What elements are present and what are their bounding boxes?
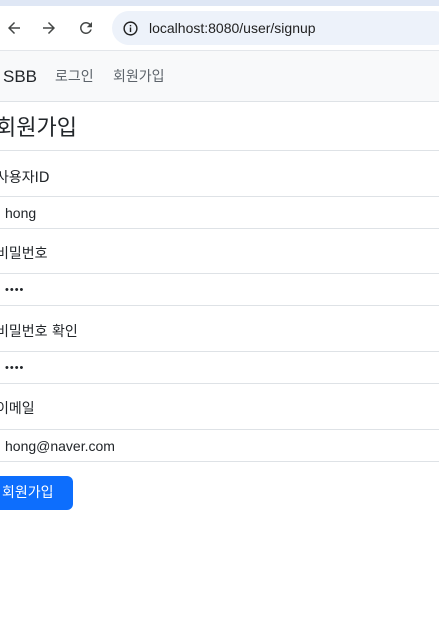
site-info-button[interactable] [120,18,140,38]
password-label: 비밀번호 [0,246,48,262]
back-button[interactable] [2,16,26,40]
title-divider [0,150,439,151]
nav-link-signup[interactable]: 회원가입 [113,51,165,103]
navbar-brand[interactable]: SBB [3,51,37,103]
password-input[interactable] [0,273,439,306]
username-input[interactable] [0,196,439,229]
reload-button[interactable] [74,16,98,40]
browser-toolbar: localhost:8080/user/signup [0,6,439,51]
email-input[interactable] [0,429,439,462]
arrow-right-icon [43,22,55,34]
arrow-left-icon [8,22,20,34]
email-label: 이메일 [0,401,35,417]
forward-button[interactable] [37,16,61,40]
page-title: 회원가입 [0,116,77,141]
password-confirm-input[interactable] [0,351,439,384]
reload-icon [79,21,92,34]
site-navbar: SBB 로그인 회원가입 [0,51,439,102]
password-confirm-label: 비밀번호 확인 [0,324,78,340]
username-label: 사용자ID [0,170,50,186]
address-bar[interactable]: localhost:8080/user/signup [112,11,439,45]
info-circle-icon [122,20,138,36]
url-text[interactable]: localhost:8080/user/signup [149,11,316,45]
nav-link-login[interactable]: 로그인 [55,51,94,103]
signup-submit-button[interactable]: 회원가입 [0,476,73,510]
